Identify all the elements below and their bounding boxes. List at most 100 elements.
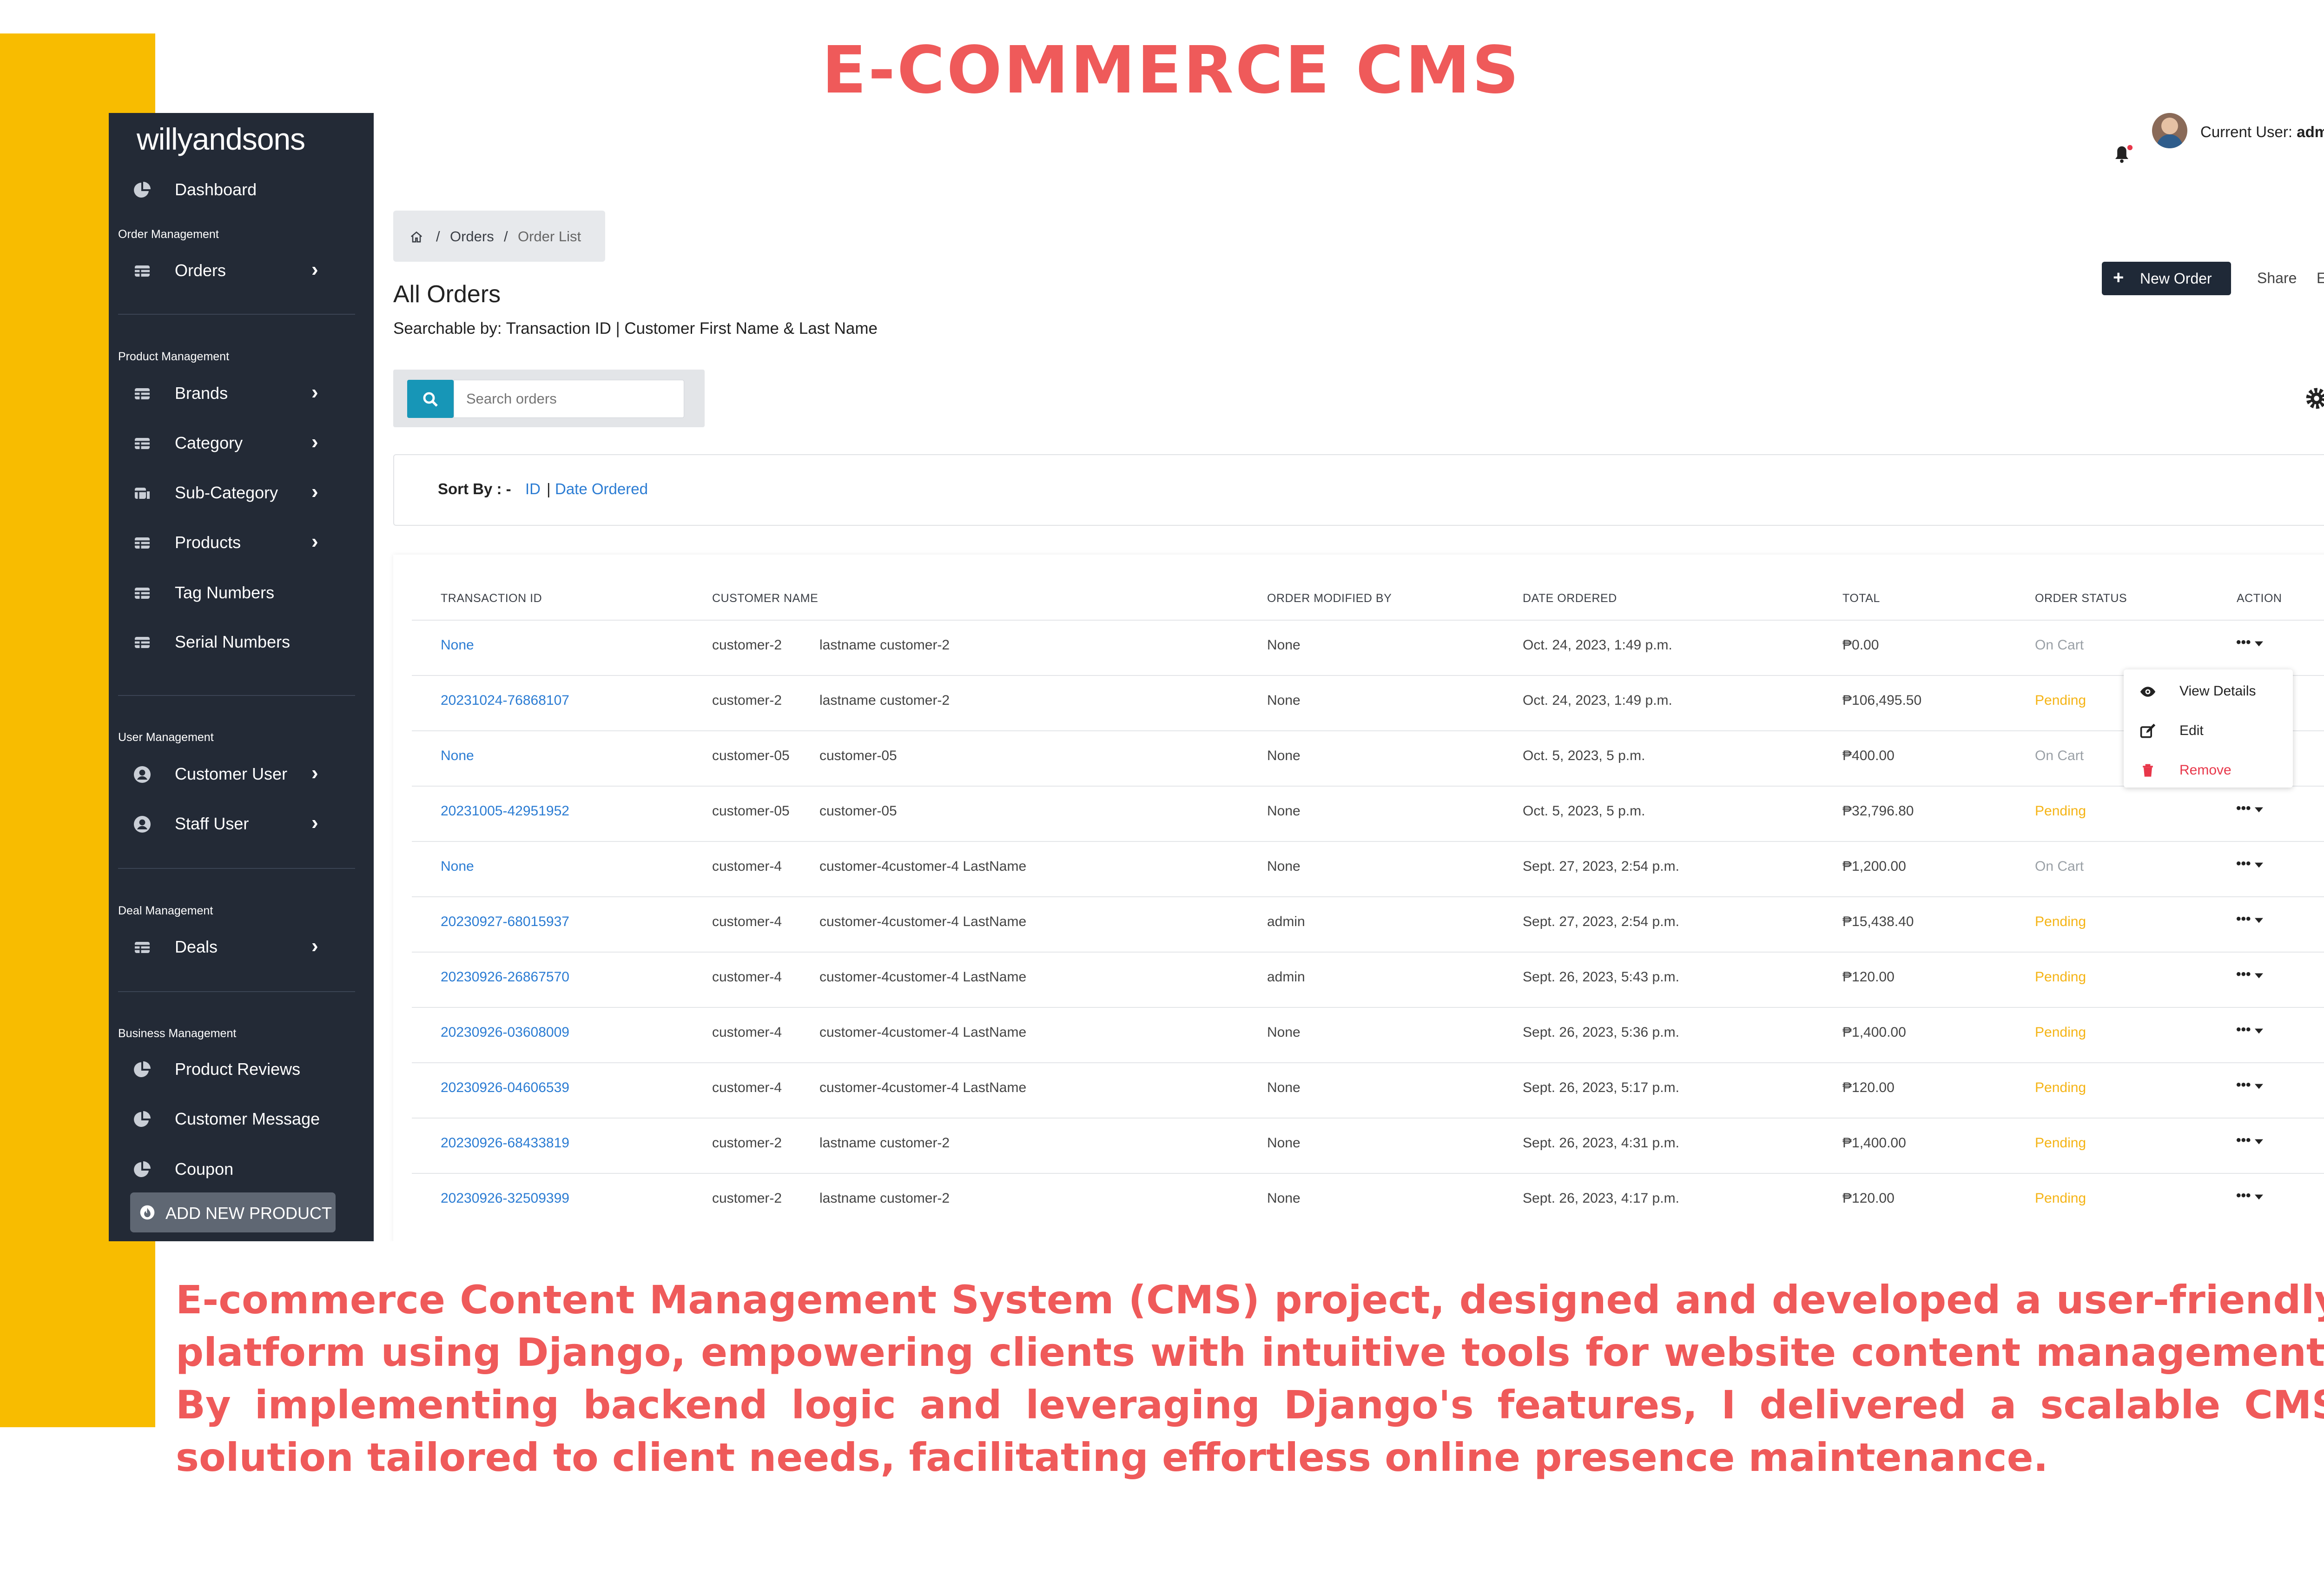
table-icon bbox=[135, 942, 150, 953]
transaction-id-link[interactable]: 20231024-76868107 bbox=[441, 693, 569, 708]
edit-icon bbox=[2140, 723, 2156, 738]
table-row: 20230926-32509399 customer-2 lastname cust… bbox=[412, 1173, 2324, 1229]
chevron-right-icon: › bbox=[311, 258, 318, 281]
page-title: All Orders bbox=[393, 281, 501, 308]
transaction-id-link[interactable]: 20230926-04606539 bbox=[441, 1080, 569, 1096]
column-header-customer-name: CUSTOMER NAME bbox=[712, 592, 819, 605]
customer-first-name: customer-2 bbox=[712, 1135, 782, 1151]
sidebar-item-tag-numbers[interactable]: Tag Numbers bbox=[109, 574, 374, 613]
customer-first-name: customer-05 bbox=[712, 748, 790, 763]
sidebar-item-customer-user[interactable]: Customer User › bbox=[109, 755, 374, 794]
transaction-id-link[interactable]: None bbox=[441, 637, 474, 653]
transaction-id-link[interactable]: None bbox=[441, 859, 474, 874]
add-new-product-button[interactable]: ADD NEW PRODUCT bbox=[130, 1192, 336, 1232]
search-input[interactable] bbox=[454, 380, 684, 418]
breadcrumb-orders[interactable]: Orders bbox=[450, 228, 494, 245]
sidebar-item-customer-message[interactable]: Customer Message bbox=[109, 1100, 374, 1139]
order-status: Pending bbox=[2035, 693, 2086, 708]
date-ordered: Sept. 26, 2023, 5:36 p.m. bbox=[1523, 1025, 1679, 1040]
table-row: 20231005-42951952 customer-05 customer-05 N… bbox=[412, 786, 2324, 842]
sidebar-item-dashboard[interactable]: Dashboard bbox=[109, 171, 374, 210]
new-order-button[interactable]: + New Order bbox=[2102, 262, 2231, 295]
transaction-id-link[interactable]: 20230926-26867570 bbox=[441, 969, 569, 985]
sidebar-item-serial-numbers[interactable]: Serial Numbers bbox=[109, 623, 374, 662]
customer-first-name: customer-4 bbox=[712, 859, 782, 874]
sort-by-date-link[interactable]: Date Ordered bbox=[555, 480, 648, 498]
customer-last-name: customer-4customer-4 LastName bbox=[819, 1025, 1027, 1040]
more-horizontal-icon: ••• bbox=[2236, 856, 2251, 871]
chevron-right-icon: › bbox=[311, 761, 318, 784]
table-row: 20230926-68433819 customer-2 lastname cust… bbox=[412, 1118, 2324, 1174]
chevron-right-icon: › bbox=[311, 480, 318, 503]
brand-logo: willyandsons bbox=[137, 122, 305, 156]
main-content: Current User: admin / Orders / Order Lis… bbox=[374, 113, 2324, 1241]
customer-last-name: lastname customer-2 bbox=[819, 693, 950, 708]
table-row: 20230927-68015937 customer-4 customer-4cus… bbox=[412, 896, 2324, 953]
customer-first-name: customer-4 bbox=[712, 969, 782, 985]
column-header-total: TOTAL bbox=[1842, 592, 1880, 605]
menu-item-view-details[interactable]: View Details bbox=[2124, 673, 2293, 710]
caret-down-icon bbox=[2254, 973, 2263, 979]
search-button[interactable] bbox=[407, 380, 454, 418]
table-row: 20231024-76868107 customer-2 lastname cust… bbox=[412, 675, 2324, 731]
chevron-right-icon: › bbox=[311, 430, 318, 453]
more-horizontal-icon: ••• bbox=[2236, 967, 2251, 982]
transaction-id-link[interactable]: 20230926-68433819 bbox=[441, 1135, 569, 1151]
customer-first-name: customer-4 bbox=[712, 914, 782, 929]
more-horizontal-icon: ••• bbox=[2236, 635, 2251, 650]
menu-item-remove[interactable]: Remove bbox=[2124, 752, 2293, 789]
row-action-button[interactable]: ••• bbox=[2236, 1077, 2263, 1093]
row-action-button[interactable]: ••• bbox=[2236, 635, 2263, 650]
section-business-management: Business Management bbox=[118, 1027, 237, 1040]
sort-separator: | bbox=[547, 480, 551, 497]
table-icon bbox=[135, 438, 150, 449]
transaction-id-link[interactable]: 20230927-68015937 bbox=[441, 914, 569, 930]
sidebar-item-label: Sub-Category bbox=[175, 483, 278, 502]
sidebar-item-subcategory[interactable]: Sub-Category › bbox=[109, 474, 374, 513]
sidebar-item-coupon[interactable]: Coupon bbox=[109, 1150, 374, 1189]
date-ordered: Sept. 27, 2023, 2:54 p.m. bbox=[1523, 914, 1679, 929]
sidebar-item-staff-user[interactable]: Staff User › bbox=[109, 805, 374, 844]
table-icon bbox=[135, 537, 150, 549]
sidebar-item-brands[interactable]: Brands › bbox=[109, 374, 374, 413]
transaction-id-link[interactable]: 20230926-03608009 bbox=[441, 1025, 569, 1040]
row-action-button[interactable]: ••• bbox=[2236, 1188, 2263, 1204]
order-total: ₱120.00 bbox=[1842, 1080, 1895, 1095]
transaction-id-link[interactable]: 20230926-32509399 bbox=[441, 1191, 569, 1206]
share-button[interactable]: Share bbox=[2257, 270, 2297, 287]
home-icon[interactable] bbox=[409, 229, 424, 244]
sidebar-item-orders[interactable]: Orders › bbox=[109, 252, 374, 291]
sidebar-item-products[interactable]: Products › bbox=[109, 523, 374, 563]
row-action-button[interactable]: ••• bbox=[2236, 967, 2263, 982]
caret-down-icon bbox=[2254, 807, 2263, 813]
add-new-product-label: ADD NEW PRODUCT bbox=[165, 1204, 332, 1223]
sidebar-item-label: Staff User bbox=[175, 814, 249, 833]
menu-item-edit[interactable]: Edit bbox=[2124, 713, 2293, 750]
row-action-button[interactable]: ••• bbox=[2236, 1132, 2263, 1148]
sidebar-item-deals[interactable]: Deals › bbox=[109, 928, 374, 967]
divider bbox=[118, 314, 355, 315]
row-action-button[interactable]: ••• bbox=[2236, 801, 2263, 816]
row-action-button[interactable]: ••• bbox=[2236, 856, 2263, 872]
settings-dropdown[interactable] bbox=[2304, 385, 2324, 413]
row-action-button[interactable]: ••• bbox=[2236, 911, 2263, 927]
sidebar-item-label: Product Reviews bbox=[175, 1059, 301, 1079]
bell-icon[interactable] bbox=[2106, 136, 2138, 169]
pie-chart-icon bbox=[134, 1161, 151, 1177]
sidebar-item-category[interactable]: Category › bbox=[109, 424, 374, 463]
caret-down-icon bbox=[2254, 862, 2263, 868]
sidebar-item-product-reviews[interactable]: Product Reviews bbox=[109, 1050, 374, 1089]
sidebar-item-label: Brands bbox=[175, 384, 228, 403]
customer-last-name: customer-4customer-4 LastName bbox=[819, 859, 1027, 874]
menu-item-label: View Details bbox=[2179, 683, 2256, 699]
transaction-id-link[interactable]: None bbox=[441, 748, 474, 764]
sort-by-id-link[interactable]: ID bbox=[525, 480, 541, 498]
user-circle-icon bbox=[134, 766, 151, 783]
avatar[interactable] bbox=[2152, 113, 2187, 148]
order-total: ₱120.00 bbox=[1842, 969, 1895, 985]
transaction-id-link[interactable]: 20231005-42951952 bbox=[441, 803, 569, 819]
row-action-button[interactable]: ••• bbox=[2236, 1022, 2263, 1038]
export-button[interactable]: Export bbox=[2317, 270, 2324, 287]
breadcrumb-separator: / bbox=[504, 228, 508, 245]
table-row: 20230926-03608009 customer-4 customer-4cus… bbox=[412, 1007, 2324, 1063]
